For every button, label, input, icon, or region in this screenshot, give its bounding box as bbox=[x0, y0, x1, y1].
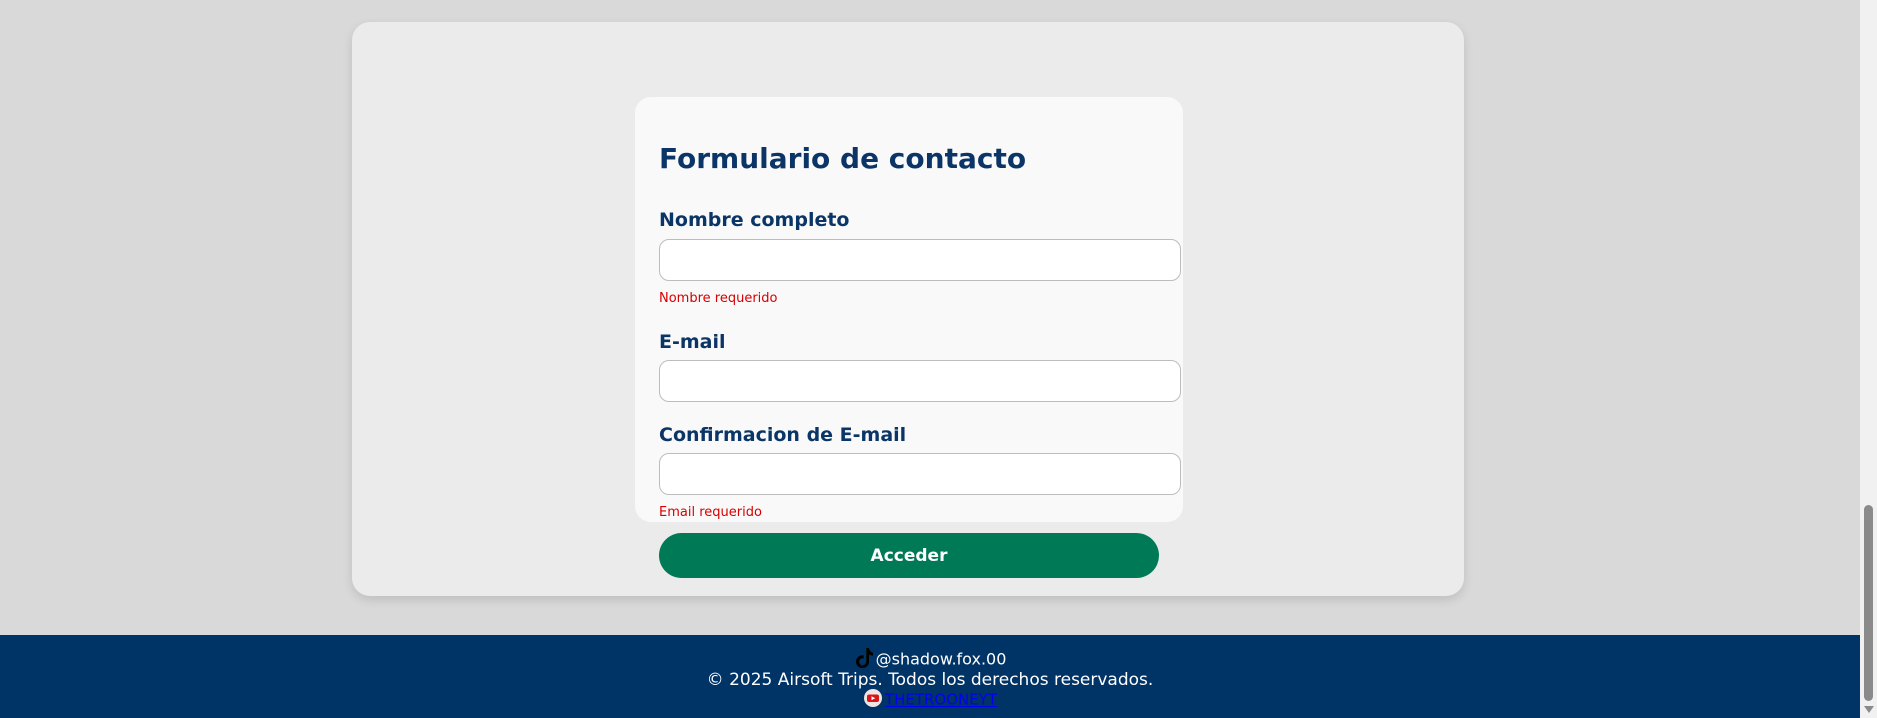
email-label: E-mail bbox=[659, 331, 726, 353]
email-confirmation-error: Email requerido bbox=[659, 505, 762, 520]
youtube-line: THETROONEYT bbox=[0, 688, 1860, 712]
youtube-channel-link[interactable]: THETROONEYT bbox=[885, 691, 997, 709]
scrollbar-thumb[interactable] bbox=[1864, 505, 1873, 701]
copyright-text: © 2025 Airsoft Trips. Todos los derechos… bbox=[706, 670, 1154, 690]
full-name-error: Nombre requerido bbox=[659, 291, 778, 306]
tiktok-handle: @shadow.fox.00 bbox=[875, 649, 1007, 669]
submit-button[interactable]: Acceder bbox=[659, 533, 1159, 578]
full-name-input[interactable] bbox=[659, 239, 1181, 281]
scroll-down-arrow-icon[interactable] bbox=[1864, 706, 1874, 713]
full-name-label: Nombre completo bbox=[659, 209, 850, 231]
form-title: Formulario de contacto bbox=[659, 142, 1027, 175]
email-confirmation-input[interactable] bbox=[659, 453, 1181, 495]
email-confirmation-label: Confirmacion de E-mail bbox=[659, 424, 907, 446]
vertical-scrollbar[interactable] bbox=[1860, 0, 1877, 718]
youtube-icon bbox=[863, 688, 883, 712]
page-viewport: Formulario de contacto Nombre completo N… bbox=[0, 0, 1860, 718]
email-input[interactable] bbox=[659, 360, 1181, 402]
site-footer: @shadow.fox.00 © 2025 Airsoft Trips. Tod… bbox=[0, 635, 1860, 718]
